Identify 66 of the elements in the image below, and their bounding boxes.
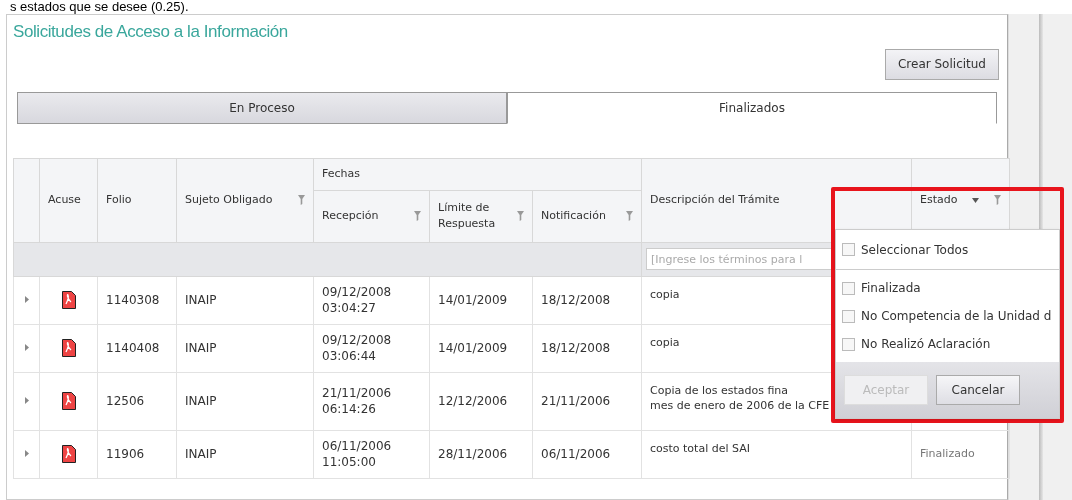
table-cell: 1140308: [106, 293, 160, 307]
column-header: Sujeto Obligado: [185, 191, 273, 208]
table-cell: INAIP: [185, 341, 217, 355]
expand-arrow-icon[interactable]: [24, 450, 29, 458]
filter-icon[interactable]: [994, 195, 1001, 205]
table-cell-text: 21/11/2006: [322, 385, 393, 401]
table-cell: INAIP: [185, 394, 217, 408]
expand-arrow-icon[interactable]: [24, 397, 29, 405]
option-label[interactable]: Finalizada: [861, 279, 921, 297]
option-label[interactable]: No Competencia de la Unidad d: [861, 307, 1052, 325]
table-cell-text: 03:04:27: [322, 300, 377, 316]
table-cell-text: 03:06:44: [322, 348, 377, 364]
column-header: Acuse: [48, 191, 81, 208]
column-header: Notificación: [541, 207, 606, 224]
column-header: Estado: [920, 191, 958, 208]
filter-icon[interactable]: [298, 195, 305, 205]
table-cell-text: 09/12/2008: [322, 284, 393, 300]
expand-arrow-icon[interactable]: [24, 344, 29, 352]
table-cell: 14/01/2009: [438, 341, 508, 355]
checkbox[interactable]: [842, 281, 855, 295]
table-cell: INAIP: [185, 447, 217, 461]
filter-icon[interactable]: [626, 211, 633, 221]
filter-icon[interactable]: [414, 211, 421, 221]
table-cell: INAIP: [185, 293, 217, 307]
table-cell: 14/01/2009: [438, 293, 508, 307]
table-cell: 18/12/2008: [541, 293, 611, 307]
pdf-file-icon[interactable]: [61, 339, 76, 357]
table-cell: 06/11/2006: [541, 447, 611, 461]
table-cell: 1140408: [106, 341, 160, 355]
table-cell-text: 06/11/2006: [322, 438, 393, 454]
column-header: Recepción: [322, 207, 379, 224]
menu-button[interactable]: Cancelar: [936, 375, 1020, 405]
table-cell-text: 06:14:26: [322, 401, 377, 417]
column-group-header: Fechas: [322, 166, 360, 180]
table-cell: 12506: [106, 394, 145, 408]
pdf-file-icon[interactable]: [61, 291, 76, 309]
table-cell: 28/11/2006: [438, 447, 508, 461]
table-cell: copia: [650, 334, 680, 350]
checkbox[interactable]: [842, 309, 855, 323]
table-cell: 21/11/2006: [541, 394, 611, 408]
table-cell-text: 09/12/2008: [322, 332, 393, 348]
table-cell: 11906: [106, 447, 145, 461]
expand-arrow-icon[interactable]: [24, 296, 29, 304]
caret-icon[interactable]: [972, 197, 980, 203]
table-cell: 18/12/2008: [541, 341, 611, 355]
tab[interactable]: Finalizados: [507, 91, 997, 124]
option-label[interactable]: No Realizó Aclaración: [861, 335, 991, 353]
column-header: Límite de Respuesta: [438, 199, 497, 232]
page-title: Solicitudes de Acceso a la Información: [13, 21, 289, 43]
column-header: Folio: [106, 191, 132, 208]
checkbox[interactable]: [842, 243, 855, 256]
table-cell: mes de enero de 2006 de la CFE: [650, 397, 830, 413]
column-header: Descripción del Trámite: [650, 191, 780, 208]
checkbox[interactable]: [842, 337, 855, 351]
table-cell-text: 11:05:00: [322, 454, 377, 470]
document-text: s estados que se desee (0.25).: [9, 0, 190, 14]
table-cell: Finalizado: [920, 446, 975, 460]
table-cell: copia: [650, 286, 680, 302]
tab[interactable]: En Proceso: [17, 91, 507, 124]
table-cell: costo total del SAI: [650, 440, 750, 456]
pdf-file-icon[interactable]: [61, 392, 76, 410]
create-button[interactable]: Crear Solicitud: [884, 48, 999, 80]
table-cell: Copia de los estados fina: [650, 382, 789, 398]
pdf-file-icon[interactable]: [61, 445, 76, 463]
filter-icon[interactable]: [517, 211, 524, 221]
table-cell: 12/12/2006: [438, 394, 508, 408]
